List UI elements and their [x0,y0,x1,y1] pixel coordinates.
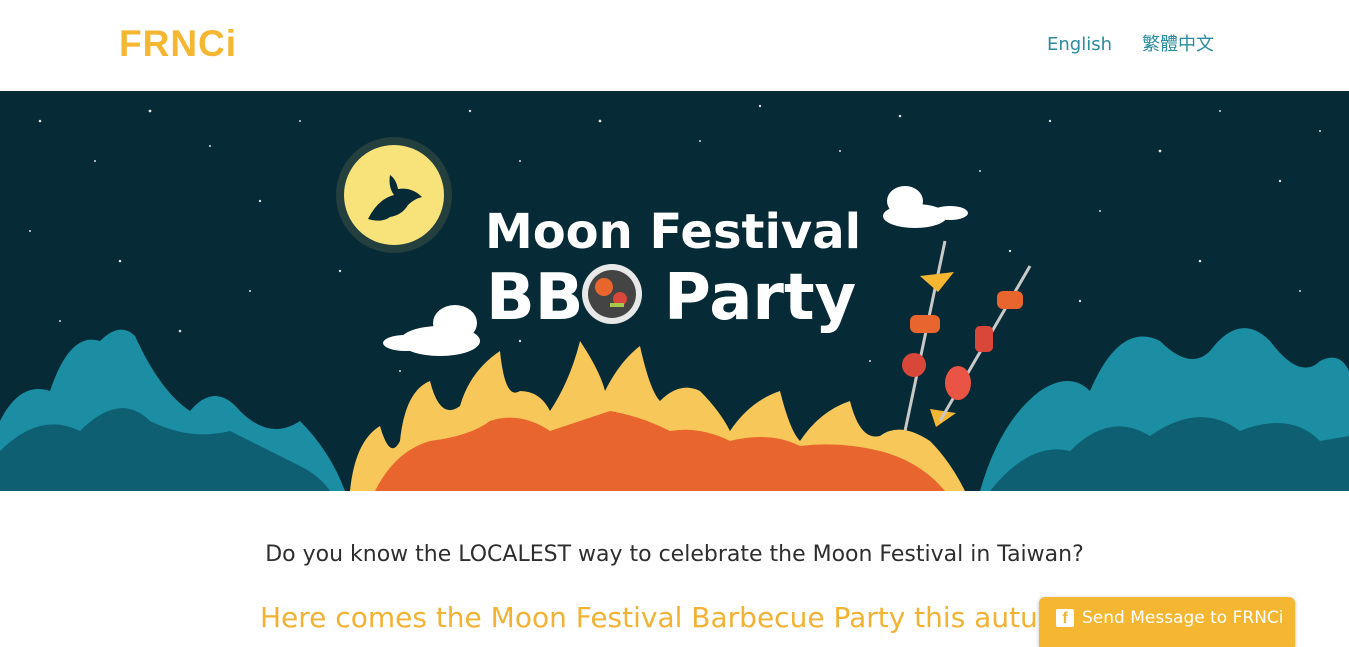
send-message-button[interactable]: f Send Message to FRNCi [1039,597,1295,647]
language-english-link[interactable]: English [1047,33,1112,57]
language-chinese-link[interactable]: 繁體中文 [1142,33,1214,57]
frnci-logo[interactable]: FRNCi [119,22,237,66]
banner-title-party: Party [664,261,856,335]
site-header: FRNCi English 繁體中文 [0,0,1349,91]
banner-title-bb: BB [486,261,584,335]
intro-question: Do you know the LOCALEST way to celebrat… [265,542,1084,567]
grill-icon [582,264,642,324]
banner-title-line1: Moon Festival [485,204,861,260]
moon-icon [336,137,452,253]
banner-illustration: Moon Festival BB Party [0,91,1349,491]
hero-banner: Moon Festival BB Party [0,91,1349,491]
promo-headline: Here comes the Moon Festival Barbecue Pa… [260,601,1083,634]
send-message-label: Send Message to FRNCi [1082,608,1284,628]
facebook-icon: f [1056,609,1074,627]
